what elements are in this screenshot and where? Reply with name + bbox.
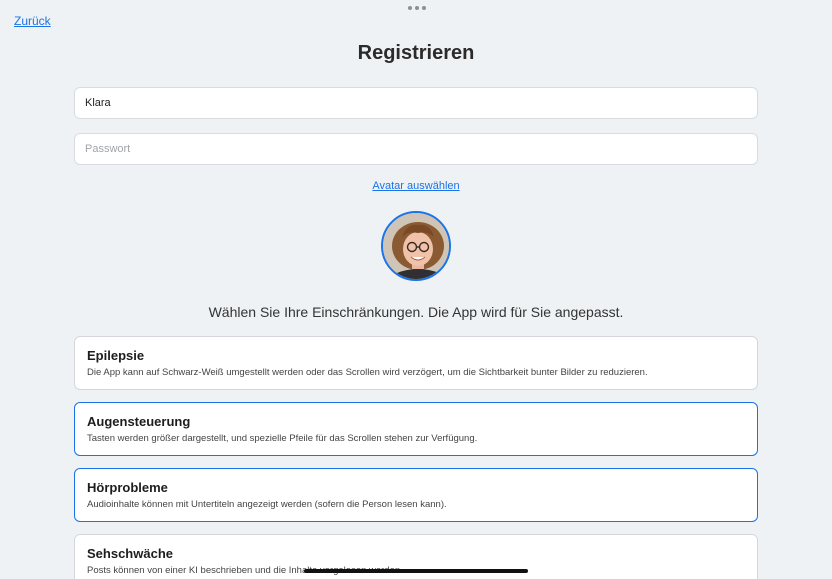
choose-avatar-link[interactable]: Avatar auswählen [0,180,832,192]
option-description: Die App kann auf Schwarz-Weiß umgestellt… [87,367,648,378]
option-title: Hörprobleme [87,480,168,495]
option-title: Epilepsie [87,348,145,363]
option-description: Audioinhalte können mit Untertiteln ange… [87,499,447,510]
option-card-hoerprobleme[interactable]: Hörprobleme Audioinhalte können mit Unte… [74,468,758,522]
option-title: Sehschwäche [87,546,173,561]
restrictions-intro: Wählen Sie Ihre Einschränkungen. Die App… [208,304,624,320]
option-card-augensteuerung[interactable]: Augensteuerung Tasten werden größer darg… [74,402,758,456]
avatar-photo [383,213,449,279]
home-indicator [304,569,528,573]
more-options-icon[interactable] [408,6,426,10]
option-description: Tasten werden größer dargestellt, und sp… [87,433,478,444]
back-link[interactable]: Zurück [14,14,51,28]
username-field[interactable] [74,87,758,119]
page-title: Registrieren [357,42,475,64]
option-card-epilepsie[interactable]: Epilepsie Die App kann auf Schwarz-Weiß … [74,336,758,390]
password-field[interactable] [74,133,758,165]
avatar[interactable] [381,211,451,281]
option-title: Augensteuerung [87,414,191,429]
